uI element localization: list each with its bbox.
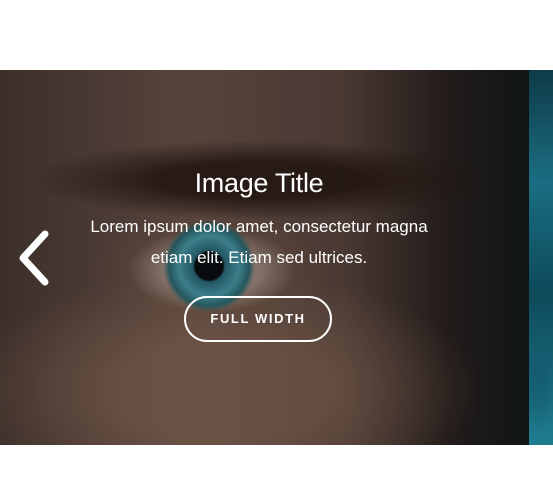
slide-description-line-2: etiam elit. Etiam sed ultrices. — [150, 248, 368, 267]
carousel-slide-next-peek[interactable] — [529, 70, 553, 445]
image-carousel: Image Title Lorem ipsum dolor amet, cons… — [0, 70, 553, 445]
slide-description: Lorem ipsum dolor amet, consectetur magn… — [74, 211, 444, 273]
chevron-left-icon — [19, 230, 49, 286]
full-width-button[interactable]: FULL WIDTH — [184, 296, 332, 342]
slide-title: Image Title — [194, 168, 324, 198]
slide-description-line-1: Lorem ipsum dolor amet, consectetur magn… — [90, 217, 428, 236]
previous-slide-button[interactable] — [14, 228, 54, 288]
